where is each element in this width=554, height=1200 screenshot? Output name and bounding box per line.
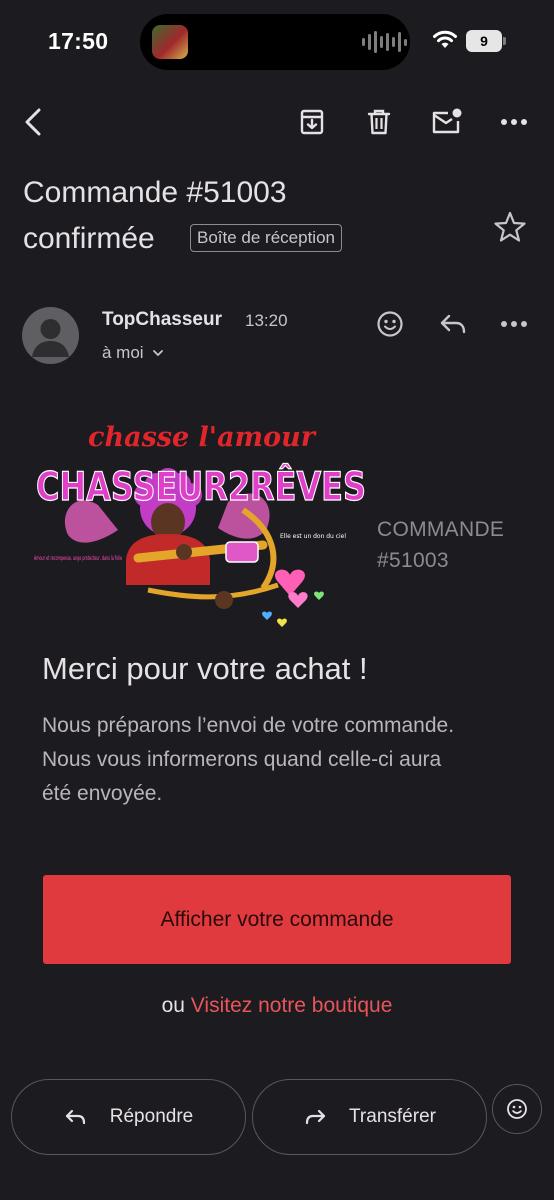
reply-button[interactable]: Répondre [11,1079,246,1155]
reply-icon [440,314,466,334]
forward-label: Transférer [349,1106,436,1127]
forward-icon [305,1109,326,1125]
more-horizontal-icon [501,321,527,327]
battery-cap [503,37,506,45]
status-time: 17:50 [48,28,109,54]
subject-line-1: Commande #51003 [23,176,287,209]
delete-button[interactable] [361,104,397,140]
order-label-line-2: #51003 [377,549,449,572]
order-label-line-1: COMMANDE [377,518,505,541]
order-number-label: COMMANDE #51003 [377,514,504,576]
reply-icon [65,1109,85,1125]
chevron-left-icon [25,108,41,136]
banner-side-caption: Amour et recompense, ange protecteur, da… [34,555,122,562]
react-emoji-button[interactable] [372,306,408,342]
trash-icon [367,109,391,135]
battery-level: 9 [480,33,488,49]
sender-name[interactable]: TopChasseur [102,309,222,331]
message-more-button[interactable] [496,306,532,342]
message-body: Nous préparons l’envoi de votre commande… [42,714,455,805]
banner-heart-caption: Elle est un don du ciel [280,533,346,540]
mark-unread-button[interactable] [428,104,464,140]
recipient-label: à moi [102,343,144,362]
reply-label: Répondre [109,1106,194,1127]
email-time: 13:20 [245,311,288,330]
mark-unread-icon [432,108,462,134]
person-icon [32,319,69,357]
star-icon [494,211,526,242]
archive-button[interactable] [294,104,330,140]
label-badge[interactable]: Boîte de réception [190,224,342,252]
visit-shop-link[interactable]: Visitez notre boutique [191,994,393,1017]
back-button[interactable] [16,104,52,140]
banner-title: CHASSEUR2RÊVES [36,463,366,510]
emoji-icon [507,1099,527,1119]
battery-indicator: 9 [466,30,502,52]
view-order-button[interactable]: Afficher votre commande [43,875,511,964]
archive-icon [300,109,324,135]
chevron-down-icon [152,350,163,357]
alt-prefix: ou [161,994,185,1017]
more-options-button[interactable] [496,104,532,140]
audio-waveform-icon [362,30,407,54]
emoji-icon [377,311,403,337]
recipient-details-toggle[interactable]: à moi [102,343,164,363]
sender-avatar[interactable] [22,307,79,364]
forward-button[interactable]: Transférer [252,1079,487,1155]
banner-script-text: chasse l'amour [88,422,317,453]
thanks-heading: Merci pour votre achat ! [42,651,368,686]
shop-link-line: ou Visitez notre boutique [0,994,554,1018]
brand-banner-image: chasse l'amour CHASSEUR2RÊVES Amour et r… [28,410,373,635]
emoji-react-button[interactable] [492,1084,542,1134]
now-playing-artwork[interactable] [152,25,188,59]
wifi-icon [432,28,458,50]
star-button[interactable] [490,207,530,247]
reply-icon-button[interactable] [435,306,471,342]
more-horizontal-icon [501,119,527,125]
